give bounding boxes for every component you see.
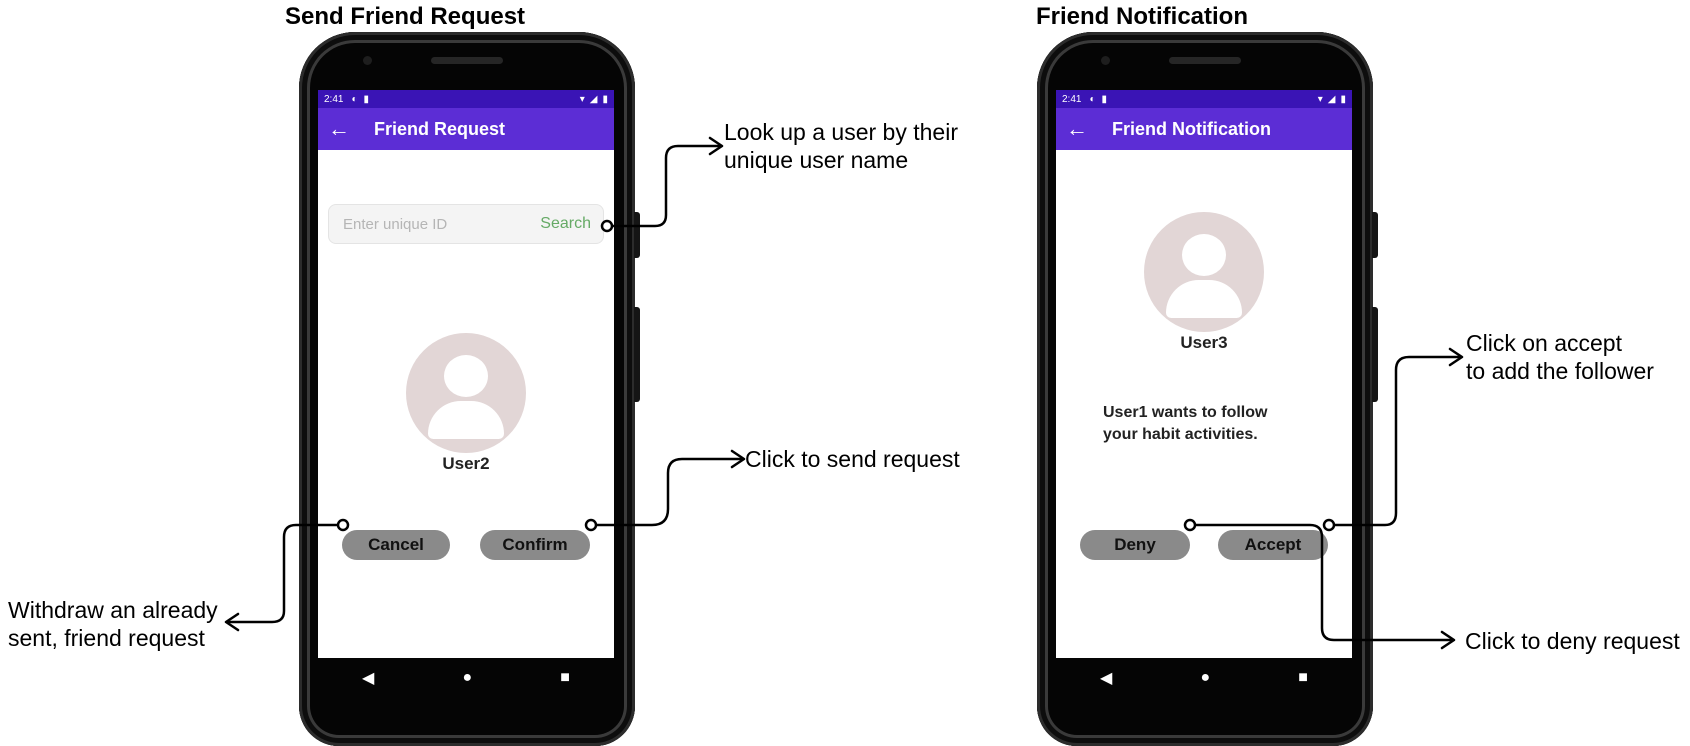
status-time: 2:41 — [324, 93, 344, 105]
volume-button — [634, 212, 640, 258]
app-bar-title: Friend Notification — [1112, 118, 1271, 139]
confirm-button[interactable]: Confirm — [480, 530, 590, 560]
notification-icon: ◐ — [1089, 93, 1096, 105]
annotation-line: Withdraw an already — [8, 597, 218, 623]
app-bar: ← Friend Request — [318, 108, 614, 150]
sd-card-icon: ▮ — [1101, 93, 1108, 105]
annotation-accept: Click on accept to add the follower — [1466, 329, 1654, 385]
annotation-line: unique user name — [724, 147, 909, 173]
triangle-back-icon[interactable]: ◀ — [1100, 668, 1112, 688]
annotation-deny: Click to deny request — [1465, 628, 1680, 654]
annotation-send-request: Click to send request — [745, 446, 960, 472]
triangle-back-icon[interactable]: ◀ — [362, 668, 374, 688]
speaker-grille — [1169, 57, 1241, 64]
user-name: User3 — [1180, 333, 1228, 352]
annotation-line: sent, friend request — [8, 625, 205, 651]
search-bar: Search — [328, 204, 604, 244]
system-nav-bar: ◀ ● ■ — [318, 658, 614, 698]
sd-card-icon: ▮ — [363, 93, 370, 105]
signal-icon: ◢ — [1327, 93, 1336, 105]
search-button[interactable]: Search — [540, 215, 591, 233]
notification-icon: ◐ — [351, 93, 358, 105]
square-recents-icon[interactable]: ■ — [1298, 669, 1308, 687]
section-title-friend-notification: Friend Notification — [1036, 3, 1248, 30]
user-name: User2 — [442, 454, 490, 473]
app-bar: ← Friend Notification — [1056, 108, 1352, 150]
section-title-send-friend-request: Send Friend Request — [285, 3, 526, 30]
arrow-head — [1440, 630, 1456, 650]
signal-icon: ◢ — [589, 93, 598, 105]
battery-icon: ▮ — [602, 93, 608, 105]
battery-icon: ▮ — [1340, 93, 1346, 105]
arrow-head — [730, 449, 746, 469]
wifi-icon: ▾ — [579, 93, 585, 105]
unique-id-input[interactable] — [341, 214, 541, 234]
follow-request-message: User1 wants to follow your habit activit… — [1103, 402, 1323, 446]
wifi-icon: ▾ — [1317, 93, 1323, 105]
power-button — [634, 307, 640, 402]
front-camera — [1101, 56, 1110, 65]
arrow-left-icon[interactable]: ← — [328, 116, 374, 142]
message-line: your habit activities. — [1103, 426, 1258, 443]
status-time: 2:41 — [1062, 93, 1082, 105]
speaker-grille — [431, 57, 503, 64]
annotation-withdraw: Withdraw an already sent, friend request — [8, 596, 218, 652]
message-line: User1 wants to follow — [1103, 404, 1268, 421]
circle-home-icon[interactable]: ● — [462, 669, 472, 687]
person-avatar-icon — [406, 333, 526, 453]
deny-button[interactable]: Deny — [1080, 530, 1190, 560]
status-bar: 2:41 ◐ ▮ ▾ ◢ ▮ — [318, 90, 614, 108]
system-nav-bar: ◀ ● ■ — [1056, 658, 1352, 698]
circle-home-icon[interactable]: ● — [1200, 669, 1210, 687]
volume-button — [1372, 212, 1378, 258]
phone-friend-notification: 2:41 ◐ ▮ ▾ ◢ ▮ ← Friend Notification Use… — [1037, 32, 1378, 746]
power-button — [1372, 307, 1378, 402]
cancel-button[interactable]: Cancel — [342, 530, 450, 560]
arrow-head — [224, 612, 240, 632]
screen-send-request: 2:41 ◐ ▮ ▾ ◢ ▮ ← Friend Request Search U… — [318, 90, 614, 658]
annotation-line: to add the follower — [1466, 358, 1654, 384]
annotation-line: Look up a user by their — [724, 119, 958, 145]
callout-connectors — [224, 136, 1464, 650]
status-bar: 2:41 ◐ ▮ ▾ ◢ ▮ — [1056, 90, 1352, 108]
arrow-head — [1448, 347, 1464, 367]
annotation-line: Click on accept — [1466, 330, 1622, 356]
square-recents-icon[interactable]: ■ — [560, 669, 570, 687]
arrow-head — [708, 136, 724, 156]
arrow-left-icon[interactable]: ← — [1066, 116, 1112, 142]
accept-button[interactable]: Accept — [1218, 530, 1328, 560]
annotation-lookup: Look up a user by their unique user name — [724, 118, 958, 174]
front-camera — [363, 56, 372, 65]
app-bar-title: Friend Request — [374, 118, 506, 139]
person-avatar-icon — [1144, 212, 1264, 332]
screen-friend-notification: 2:41 ◐ ▮ ▾ ◢ ▮ ← Friend Notification Use… — [1056, 90, 1352, 658]
phone-send-request: 2:41 ◐ ▮ ▾ ◢ ▮ ← Friend Request Search U… — [299, 32, 640, 746]
